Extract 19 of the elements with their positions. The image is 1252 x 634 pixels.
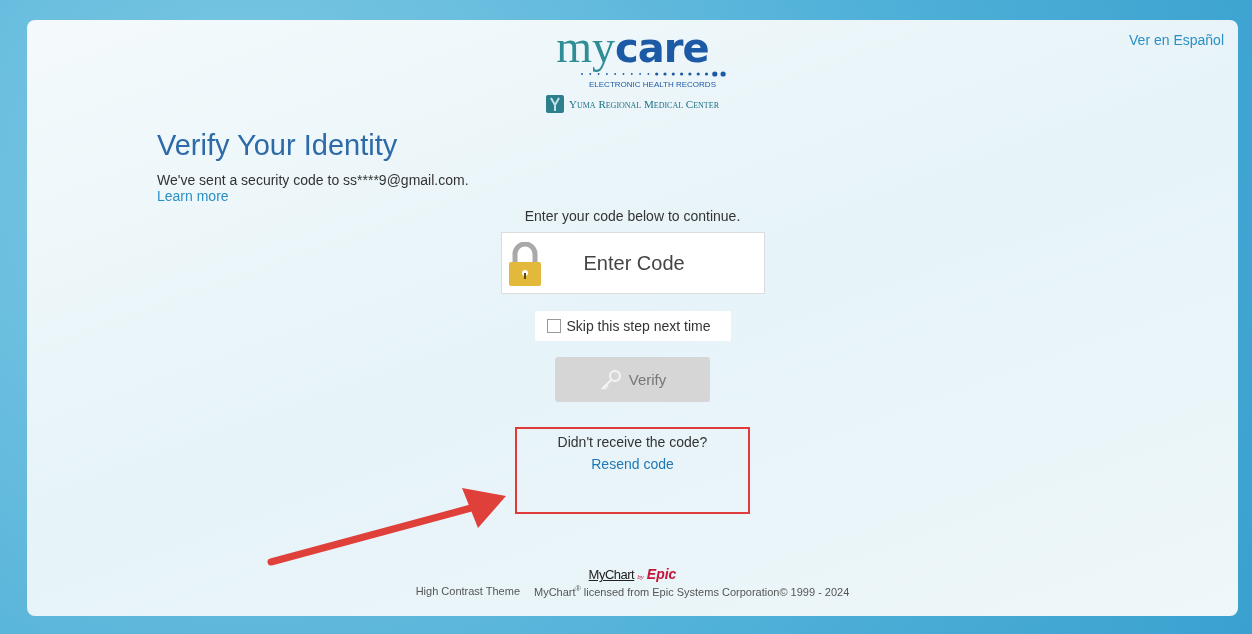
logo-text: care	[615, 25, 709, 71]
skip-checkbox[interactable]: Skip this step next time	[534, 311, 731, 341]
organization-name: Yuma Regional Medical Center	[569, 98, 719, 110]
resend-prompt: Didn't receive the code?	[557, 434, 708, 450]
high-contrast-link[interactable]: High Contrast Theme	[415, 585, 520, 598]
page-title: Verify Your Identity	[157, 129, 398, 162]
logo-text: my	[556, 24, 616, 70]
mychart-logo-text: MyChart	[588, 567, 635, 583]
y-logo-icon	[546, 95, 564, 113]
resend-code-link[interactable]: Resend code	[591, 456, 674, 472]
learn-more-link[interactable]: Learn more	[157, 188, 229, 204]
padlock-icon	[506, 242, 543, 286]
epic-logo-text: Epic	[646, 566, 677, 583]
copyright-text: MyChart$^{®}$ licensed from Epic Systems Corporation© 1999 - 2024	[534, 585, 850, 598]
language-link[interactable]: Ver en Español	[1129, 32, 1224, 48]
logo-tagline: ELECTRONIC HEALTH RECORDS	[589, 80, 716, 89]
code-input-field[interactable]: Enter Code	[500, 232, 765, 294]
message-text: We've sent a security code to ss****9@gmail.com.	[157, 172, 469, 188]
instruction-text: Enter your code below to continue.	[524, 208, 741, 224]
